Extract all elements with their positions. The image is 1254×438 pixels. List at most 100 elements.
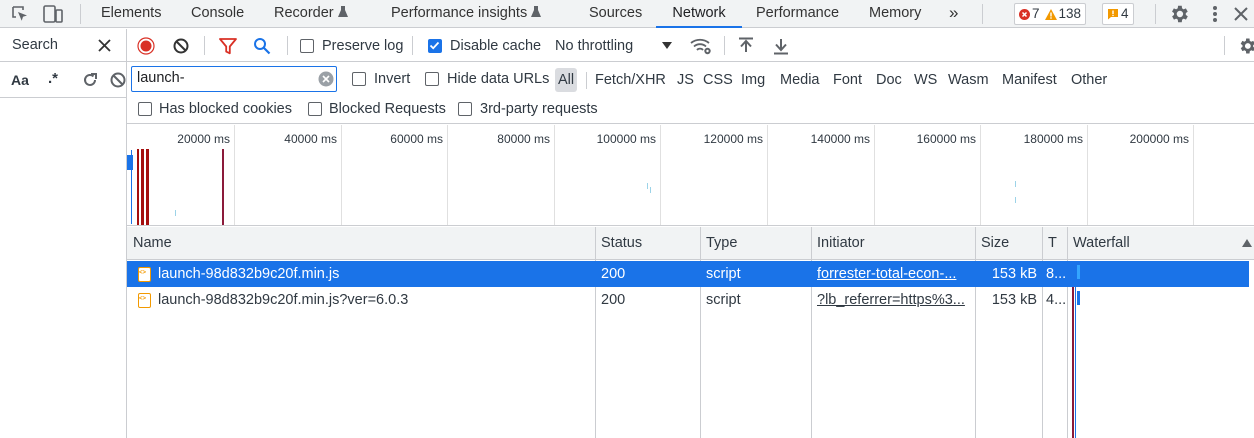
preserve-log-checkbox[interactable]: [300, 39, 314, 53]
tab-performance-insights[interactable]: Performance insights: [391, 0, 542, 28]
filter-type-font[interactable]: Font: [833, 68, 862, 92]
more-options-icon[interactable]: [1205, 4, 1225, 24]
filter-type-other[interactable]: Other: [1071, 68, 1107, 92]
filter-type-media[interactable]: Media: [780, 68, 820, 92]
warning-icon: [1044, 8, 1057, 20]
column-header-waterfall[interactable]: Waterfall: [1073, 227, 1130, 260]
clear-search-icon[interactable]: [110, 72, 126, 88]
hide-data-urls-checkbox[interactable]: [425, 72, 439, 86]
clear-log-icon[interactable]: [173, 38, 189, 54]
filter-input-box[interactable]: launch-: [131, 66, 337, 92]
filter-type-img[interactable]: Img: [741, 68, 765, 92]
error-icon: [1019, 8, 1030, 20]
requests-table-header: Name Status Type Initiator Size T Waterf…: [127, 227, 1254, 260]
more-tabs-button[interactable]: »: [949, 0, 958, 28]
blocked-requests-checkbox[interactable]: [308, 102, 322, 116]
column-divider[interactable]: [811, 227, 812, 438]
export-har-icon[interactable]: [773, 37, 789, 55]
tab-network[interactable]: Network: [656, 0, 742, 28]
has-blocked-cookies-label[interactable]: Has blocked cookies: [159, 101, 292, 117]
disable-cache-label[interactable]: Disable cache: [450, 38, 541, 54]
tab-sources[interactable]: Sources: [589, 0, 642, 28]
overview-bar: [127, 155, 133, 170]
tab-elements[interactable]: Elements: [101, 0, 161, 28]
filter-type-all[interactable]: All: [555, 68, 578, 92]
column-header-size[interactable]: Size: [981, 227, 1009, 260]
table-row[interactable]: launch-98d832b9c20f.min.js?ver=6.0.3 200…: [127, 287, 1249, 313]
overview-bar: [222, 149, 224, 225]
column-header-time[interactable]: T: [1048, 227, 1057, 260]
throttling-dropdown-icon[interactable]: [662, 42, 672, 49]
inspect-element-icon[interactable]: [10, 4, 30, 24]
filter-type-css[interactable]: CSS: [703, 68, 733, 92]
third-party-requests-checkbox[interactable]: [458, 102, 472, 116]
refresh-icon[interactable]: [82, 72, 98, 88]
request-type: script: [706, 266, 741, 282]
close-devtools-icon[interactable]: [1232, 5, 1250, 23]
divider: [80, 4, 81, 24]
issues-counter[interactable]: 4: [1102, 3, 1134, 25]
issue-icon: [1107, 8, 1119, 20]
column-divider[interactable]: [595, 227, 596, 438]
import-har-icon[interactable]: [738, 37, 754, 55]
filter-type-js[interactable]: JS: [677, 68, 694, 92]
tab-recorder[interactable]: Recorder: [274, 0, 348, 28]
filter-input[interactable]: launch-: [137, 70, 185, 86]
overview-bars: [127, 149, 1016, 225]
throttling-select[interactable]: No throttling: [555, 38, 633, 54]
tab-console[interactable]: Console: [191, 0, 244, 28]
network-conditions-icon[interactable]: [689, 36, 713, 56]
disable-cache-checkbox[interactable]: [428, 39, 442, 53]
request-initiator-link[interactable]: ?lb_referrer=https%3...: [817, 287, 977, 313]
invert-checkbox[interactable]: [352, 72, 366, 86]
device-toolbar-icon[interactable]: [42, 4, 64, 24]
table-row[interactable]: launch-98d832b9c20f.min.js 200 script fo…: [127, 261, 1249, 287]
overview-bar: [131, 150, 132, 224]
column-divider[interactable]: [700, 227, 701, 438]
tab-performance[interactable]: Performance: [756, 0, 839, 28]
divider: [724, 36, 725, 55]
blocked-requests-label[interactable]: Blocked Requests: [329, 101, 446, 117]
column-divider[interactable]: [1042, 227, 1043, 438]
hide-data-urls-label[interactable]: Hide data URLs: [447, 71, 549, 87]
filter-type-wasm[interactable]: Wasm: [948, 68, 989, 92]
network-overview-timeline[interactable]: 20000 ms 40000 ms 60000 ms 80000 ms 100000 m…: [127, 125, 1254, 226]
network-settings-icon[interactable]: [1237, 36, 1254, 56]
preserve-log-label[interactable]: Preserve log: [322, 38, 403, 54]
filter-type-fetch-xhr[interactable]: Fetch/XHR: [595, 68, 666, 92]
search-icon[interactable]: [253, 37, 271, 55]
console-counters[interactable]: 7 138: [1014, 3, 1087, 25]
filter-bar: launch- Invert Hide data URLs All Fetch/…: [127, 62, 1254, 124]
match-case-button[interactable]: Aa: [11, 72, 29, 88]
third-party-requests-label[interactable]: 3rd-party requests: [480, 101, 598, 117]
column-divider[interactable]: [1067, 227, 1068, 438]
column-header-name[interactable]: Name: [133, 227, 172, 260]
settings-gear-icon[interactable]: [1168, 3, 1190, 25]
clear-filter-icon[interactable]: [318, 71, 334, 87]
invert-label[interactable]: Invert: [374, 71, 410, 87]
filter-type-doc[interactable]: Doc: [876, 68, 902, 92]
column-divider[interactable]: [975, 227, 976, 438]
close-search-icon[interactable]: [97, 38, 112, 53]
divider: [1224, 36, 1225, 55]
filter-icon[interactable]: [219, 38, 237, 55]
network-toolbar: Preserve log Disable cache No throttling: [127, 29, 1254, 62]
request-type: script: [706, 292, 741, 308]
tab-memory[interactable]: Memory: [869, 0, 921, 28]
devtools-tab-bar: Elements Console Recorder Performance in…: [0, 0, 1254, 28]
flask-icon: [531, 6, 542, 18]
request-initiator-link[interactable]: forrester-total-econ-...: [817, 261, 977, 287]
request-size: 153 kB: [991, 292, 1037, 308]
column-header-type[interactable]: Type: [706, 227, 737, 260]
regex-button[interactable]: .*: [48, 70, 58, 87]
column-header-status[interactable]: Status: [601, 227, 642, 260]
sort-ascending-icon[interactable]: [1242, 239, 1252, 247]
filter-type-manifest[interactable]: Manifest: [1002, 68, 1057, 92]
column-header-initiator[interactable]: Initiator: [817, 227, 865, 260]
request-status: 200: [601, 292, 626, 308]
warning-count: 138: [1058, 6, 1082, 21]
has-blocked-cookies-checkbox[interactable]: [138, 102, 152, 116]
filter-type-ws[interactable]: WS: [914, 68, 937, 92]
divider: [1155, 4, 1156, 24]
record-button-icon[interactable]: [137, 37, 155, 55]
